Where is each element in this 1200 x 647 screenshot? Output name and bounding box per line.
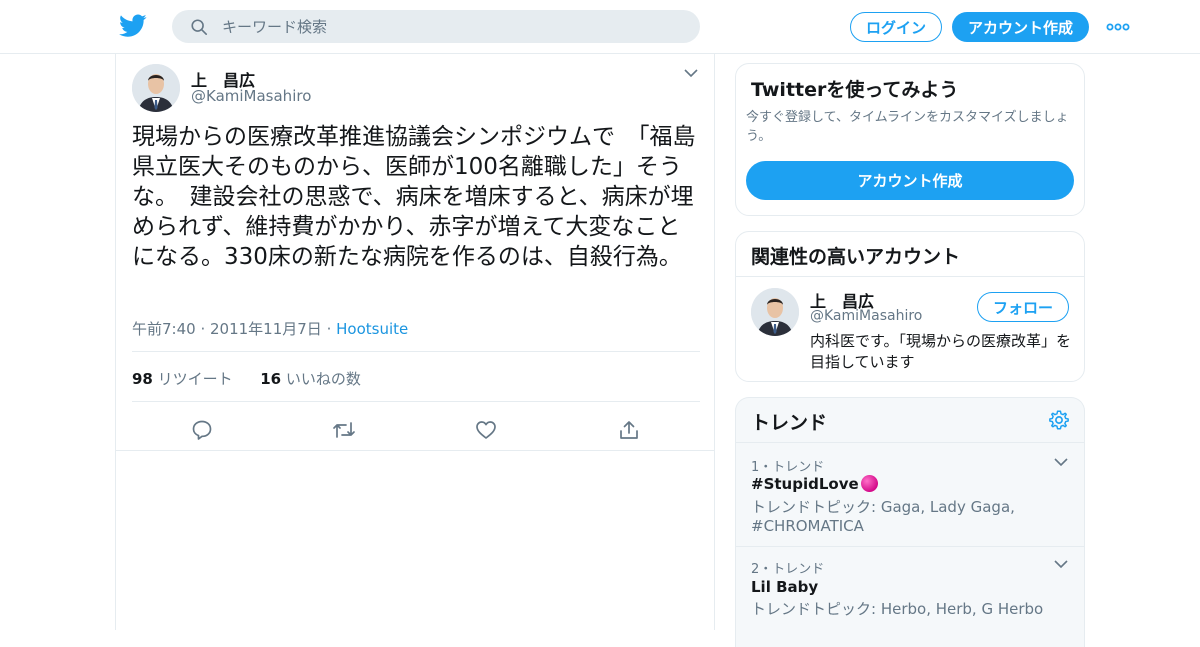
trend-rank: 2・トレンド bbox=[751, 562, 825, 577]
tweet-meta: 午前7:40 · 2011年11月7日 · Hootsuite bbox=[132, 318, 408, 339]
divider bbox=[132, 351, 700, 352]
chevron-down-icon[interactable] bbox=[1054, 457, 1068, 467]
like-icon bbox=[476, 421, 496, 439]
like-count: 16 bbox=[260, 370, 282, 388]
top-bar: ログイン アカウント作成 bbox=[0, 0, 1200, 54]
divider bbox=[116, 450, 714, 451]
tweet-text: 現場からの医療改革推進協議会シンポジウムで 「福島県立医大そのものから、医師が1… bbox=[132, 124, 696, 270]
tweet-source-link[interactable]: Hootsuite bbox=[336, 320, 408, 338]
reply-icon bbox=[192, 420, 212, 440]
trend-name[interactable]: #StupidLove bbox=[751, 475, 878, 493]
search-icon bbox=[191, 18, 208, 35]
chevron-down-icon[interactable] bbox=[1054, 559, 1068, 569]
search-box[interactable] bbox=[172, 10, 700, 43]
tweet-stats: 98 リツイート 16 いいねの数 bbox=[132, 368, 361, 389]
login-button[interactable]: ログイン bbox=[850, 12, 942, 42]
avatar[interactable] bbox=[751, 288, 799, 336]
retweet-label: リツイート bbox=[152, 370, 233, 388]
trend-name-text: #StupidLove bbox=[751, 475, 859, 493]
tweet-actions bbox=[116, 410, 714, 450]
reply-button[interactable] bbox=[187, 415, 217, 445]
tweet-timestamp[interactable]: 午前7:40 · 2011年11月7日 bbox=[132, 320, 322, 338]
more-icon[interactable] bbox=[1106, 20, 1130, 34]
pink-heart-emoji-icon bbox=[860, 475, 878, 492]
twitter-bird-icon[interactable] bbox=[119, 13, 147, 39]
chevron-down-icon[interactable] bbox=[684, 68, 698, 78]
signup-card-button[interactable]: アカウント作成 bbox=[746, 161, 1074, 200]
trend-item[interactable]: 2・トレンド Lil Baby トレンドトピック: Herbo, Herb, G… bbox=[736, 547, 1084, 647]
divider bbox=[132, 401, 700, 402]
trend-rank: 1・トレンド bbox=[751, 460, 825, 475]
related-accounts-title: 関連性の高いアカウント bbox=[751, 246, 961, 268]
signup-card: Twitterを使ってみよう 今すぐ登録して、タイムラインをカスタマイズしましょ… bbox=[735, 63, 1085, 216]
like-button[interactable] bbox=[471, 415, 501, 445]
meta-separator: · bbox=[321, 320, 337, 338]
trends-title: トレンド bbox=[751, 412, 828, 434]
trends-card: トレンド 1・トレンド #StupidLove トレンドトピック: Gaga, … bbox=[735, 397, 1085, 647]
share-button[interactable] bbox=[614, 415, 644, 445]
divider bbox=[736, 276, 1084, 277]
search-input[interactable] bbox=[222, 17, 672, 36]
retweet-count: 98 bbox=[132, 370, 153, 388]
trend-topics: トレンドトピック: Gaga, Lady Gaga, #CHROMATICA bbox=[751, 498, 1015, 535]
retweet-icon bbox=[333, 422, 355, 438]
tweet-panel: 上 昌広 @KamiMasahiro 現場からの医療改革推進協議会シンポジウムで… bbox=[115, 54, 715, 630]
author-handle[interactable]: @KamiMasahiro bbox=[191, 87, 311, 105]
signup-button[interactable]: アカウント作成 bbox=[952, 12, 1089, 42]
trend-topics: トレンドトピック: Herbo, Herb, G Herbo bbox=[751, 600, 1044, 618]
share-icon bbox=[620, 421, 638, 439]
signup-card-title: Twitterを使ってみよう bbox=[751, 79, 959, 101]
related-account-handle[interactable]: @KamiMasahiro bbox=[810, 308, 922, 324]
retweet-button[interactable] bbox=[329, 415, 359, 445]
retweet-stat[interactable]: 98 リツイート bbox=[132, 370, 233, 388]
related-account-bio: 内科医です。「現場からの医療改革」を目指しています bbox=[810, 332, 1072, 371]
gear-icon[interactable] bbox=[1048, 409, 1070, 431]
signup-card-description: 今すぐ登録して、タイムラインをカスタマイズしましょう。 bbox=[746, 110, 1069, 144]
like-stat[interactable]: 16 いいねの数 bbox=[260, 370, 361, 388]
follow-button[interactable]: フォロー bbox=[977, 292, 1069, 322]
related-accounts-card: 関連性の高いアカウント 上 昌広 @KamiMasahiro フォロー 内科医で… bbox=[735, 231, 1085, 382]
trend-item[interactable]: 1・トレンド #StupidLove トレンドトピック: Gaga, Lady … bbox=[736, 443, 1084, 546]
trend-name[interactable]: Lil Baby bbox=[751, 578, 818, 596]
avatar[interactable] bbox=[132, 64, 180, 112]
like-label: いいねの数 bbox=[281, 370, 361, 388]
